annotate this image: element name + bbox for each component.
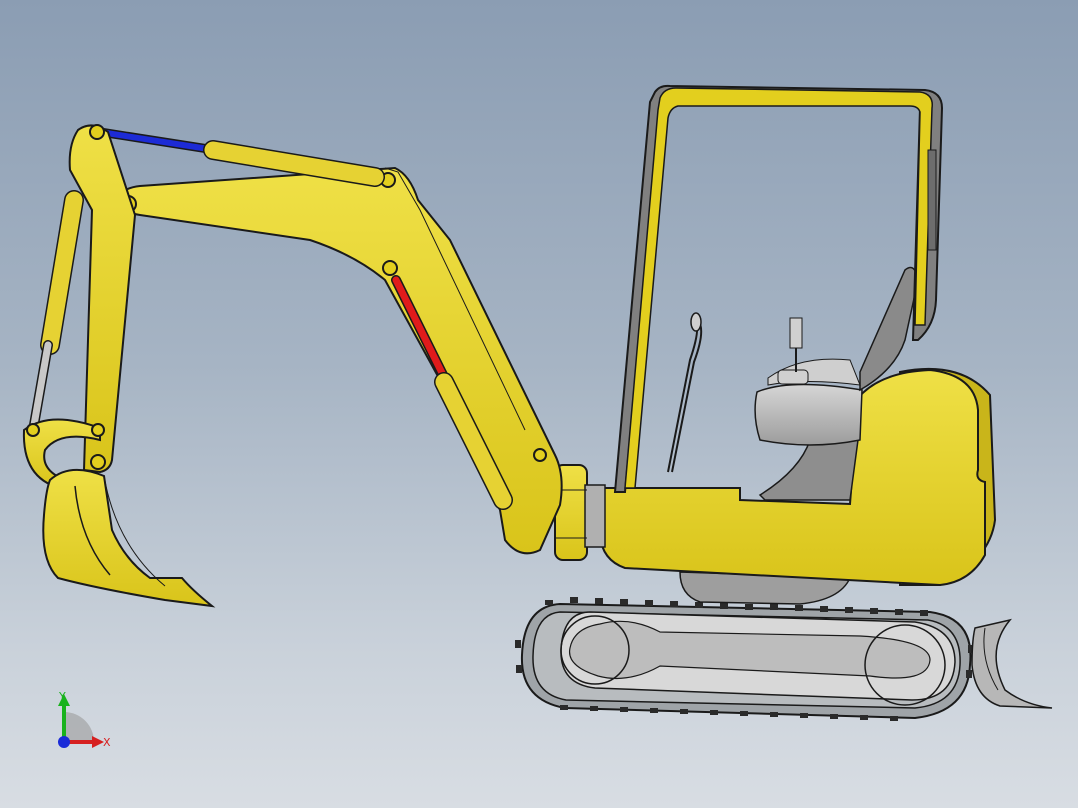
y-axis-label: Y [58,690,66,703]
z-axis-dot [58,736,70,748]
bucket [42,469,216,608]
control-lever [777,317,809,385]
swing-bracket [554,464,606,561]
arm [67,124,137,474]
dozer-blade [971,618,1053,709]
bucket-cylinder [29,190,84,430]
cad-viewport[interactable]: Y X [0,0,1078,808]
arm-cylinder [95,127,385,187]
travel-lever [667,317,703,473]
coordinate-triad: Y X [58,690,111,749]
x-axis-label: X [103,736,111,749]
track-assembly [515,597,974,721]
